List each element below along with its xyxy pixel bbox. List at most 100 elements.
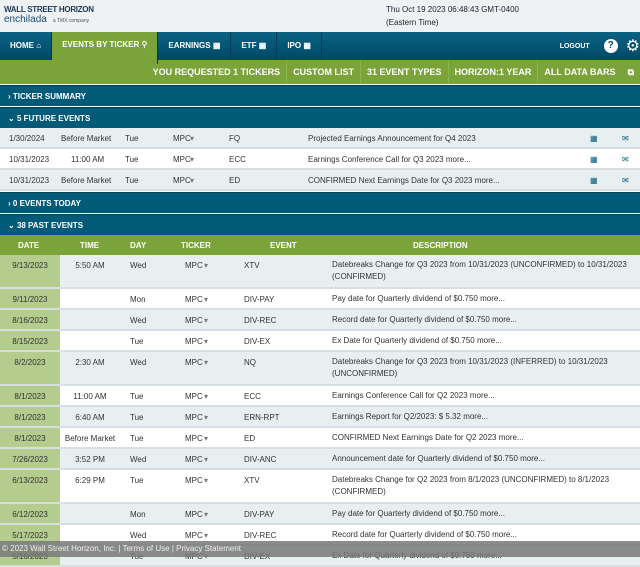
event-type-link[interactable]: DIV-EX: [244, 337, 270, 346]
event-day: Tue: [125, 134, 139, 143]
ticker-dropdown-icon[interactable]: ▾: [204, 337, 208, 346]
all-data-bars[interactable]: ALL DATA BARS: [537, 60, 621, 84]
event-types[interactable]: 31 EVENT TYPES: [360, 60, 448, 84]
event-type-link[interactable]: DIV-ANC: [244, 455, 276, 464]
ticker-link[interactable]: MPC: [185, 316, 203, 325]
ticker-link[interactable]: MPC: [173, 176, 191, 185]
event-type-link[interactable]: ERN-RPT: [244, 413, 280, 422]
ticker-dropdown-icon[interactable]: ▾: [204, 531, 208, 540]
event-type-link[interactable]: ED: [229, 176, 240, 185]
ticker-dropdown-icon[interactable]: ▾: [204, 434, 208, 443]
event-type-link[interactable]: XTV: [244, 476, 260, 485]
ticker-dropdown-icon[interactable]: ▾: [204, 358, 208, 367]
ticker-link[interactable]: MPC: [185, 295, 203, 304]
ticker-link[interactable]: MPC: [185, 358, 203, 367]
ticker-dropdown-icon[interactable]: ▾: [204, 455, 208, 464]
event-date: 7/26/2023: [12, 455, 48, 464]
event-type-link[interactable]: XTV: [244, 261, 260, 270]
event-day: Tue: [125, 155, 139, 164]
ticker-link[interactable]: MPC: [185, 261, 203, 270]
gear-icon[interactable]: ⚙: [626, 36, 640, 56]
ticker-link[interactable]: MPC: [173, 134, 191, 143]
event-description[interactable]: Announcement date for Quarterly dividend…: [332, 453, 632, 465]
ticker-link[interactable]: MPC: [185, 337, 203, 346]
event-type-link[interactable]: FQ: [229, 134, 240, 143]
section-past-events[interactable]: ⌄ 38 PAST EVENTS: [0, 214, 640, 235]
event-description[interactable]: Record date for Quarterly dividend of $0…: [332, 314, 632, 326]
event-description[interactable]: Projected Earnings Announcement for Q4 2…: [308, 134, 476, 143]
event-description[interactable]: Earnings Conference Call for Q3 2023 mor…: [308, 155, 471, 164]
event-type-link[interactable]: DIV-REC: [244, 316, 276, 325]
event-description[interactable]: Record date for Quarterly dividend of $0…: [332, 529, 632, 541]
calendar-icon[interactable]: ▦: [590, 176, 598, 185]
ticker-dropdown-icon[interactable]: ▾: [204, 510, 208, 519]
event-date: 8/2/2023: [14, 358, 46, 367]
logout-link[interactable]: LOGOUT: [560, 43, 590, 50]
event-description[interactable]: Datebreaks Change for Q3 2023 from 10/31…: [332, 356, 632, 380]
event-description[interactable]: Earnings Report for Q2/2023: $ 5.32 more…: [332, 411, 632, 423]
ticker-link[interactable]: MPC: [185, 455, 203, 464]
nav-etf[interactable]: ETF ▦: [231, 32, 278, 60]
event-description[interactable]: Pay date for Quarterly dividend of $0.75…: [332, 293, 632, 305]
event-type-link[interactable]: ECC: [244, 392, 261, 401]
event-description[interactable]: Datebreaks Change for Q2 2023 from 8/1/2…: [332, 474, 632, 498]
nav-ipo[interactable]: IPO ▦: [277, 32, 322, 60]
ticker-link[interactable]: MPC: [173, 155, 191, 164]
help-icon[interactable]: ?: [603, 39, 618, 53]
event-description[interactable]: Ex Date for Quarterly dividend of $0.750…: [332, 335, 632, 347]
nav-events-by-ticker[interactable]: EVENTS BY TICKER ⚲: [52, 32, 159, 64]
requested-tickers[interactable]: YOU REQUESTED 1 TICKERS: [147, 60, 287, 84]
event-day: Wed: [130, 261, 147, 270]
event-time: 5:50 AM: [75, 261, 105, 270]
ticker-link[interactable]: MPC: [185, 510, 203, 519]
event-time: 11:00 AM: [71, 155, 105, 164]
event-description[interactable]: Pay date for Quarterly dividend of $0.75…: [332, 508, 632, 520]
event-date: 6/12/2023: [12, 510, 48, 519]
ticker-dropdown-icon[interactable]: ▾: [204, 316, 208, 325]
table-row: 10/31/2023 11:00 AM Tue MPC ▾ ECC Earnings Con…: [0, 149, 640, 170]
section-ticker-summary[interactable]: › TICKER SUMMARY: [0, 85, 640, 106]
ticker-dropdown-icon[interactable]: ▾: [190, 176, 194, 185]
mail-icon[interactable]: ✉: [622, 176, 629, 185]
ticker-dropdown-icon[interactable]: ▾: [204, 476, 208, 485]
ticker-dropdown-icon[interactable]: ▾: [204, 261, 208, 270]
mail-icon[interactable]: ✉: [622, 134, 629, 143]
event-description[interactable]: Earnings Conference Call for Q2 2023 mor…: [332, 390, 632, 402]
horizon[interactable]: HORIZON:1 YEAR: [447, 60, 538, 84]
ticker-dropdown-icon[interactable]: ▾: [190, 134, 194, 143]
ticker-link[interactable]: MPC: [185, 413, 203, 422]
export-icon[interactable]: ⧉: [622, 60, 640, 84]
event-day: Wed: [130, 358, 147, 367]
ticker-dropdown-icon[interactable]: ▾: [190, 155, 194, 164]
event-day: Mon: [130, 510, 146, 519]
event-type-link[interactable]: NQ: [244, 358, 256, 367]
ticker-link[interactable]: MPC: [185, 476, 203, 485]
event-type-link[interactable]: DIV-PAY: [244, 295, 274, 304]
nav-home[interactable]: HOME ⌂: [0, 32, 53, 60]
mail-icon[interactable]: ✉: [622, 155, 629, 164]
ticker-dropdown-icon[interactable]: ▾: [204, 413, 208, 422]
custom-list[interactable]: CUSTOM LIST: [286, 60, 360, 84]
event-type-link[interactable]: ECC: [229, 155, 246, 164]
calendar-icon[interactable]: ▦: [590, 155, 598, 164]
event-description[interactable]: CONFIRMED Next Earnings Date for Q2 2023…: [332, 432, 632, 444]
event-date: 8/16/2023: [12, 316, 48, 325]
section-future-events[interactable]: ⌄ 5 FUTURE EVENTS: [0, 107, 640, 128]
event-type-link[interactable]: DIV-PAY: [244, 510, 274, 519]
calendar-icon[interactable]: ▦: [590, 134, 598, 143]
event-description[interactable]: CONFIRMED Next Earnings Date for Q3 2023…: [308, 176, 500, 185]
ticker-link[interactable]: MPC: [185, 392, 203, 401]
event-description[interactable]: Datebreaks Change for Q3 2023 from 10/31…: [332, 259, 632, 283]
event-type-link[interactable]: ED: [244, 434, 255, 443]
ticker-dropdown-icon[interactable]: ▾: [204, 392, 208, 401]
section-events-today[interactable]: › 0 EVENTS TODAY: [0, 192, 640, 213]
clock: Thu Oct 19 2023 06:48:43 GMT-0400 (Easte…: [386, 5, 519, 27]
event-time: 11:00 AM: [73, 392, 107, 401]
event-type-link[interactable]: DIV-REC: [244, 531, 276, 540]
ticker-dropdown-icon[interactable]: ▾: [204, 295, 208, 304]
nav-earnings[interactable]: EARNINGS ▦: [158, 32, 232, 60]
past-table-header: DATE TIME DAY TICKER EVENT DESCRIPTION: [0, 235, 640, 255]
ticker-link[interactable]: MPC: [185, 531, 203, 540]
ticker-link[interactable]: MPC: [185, 434, 203, 443]
logo[interactable]: WALL STREET HORIZON enchilada a TMX compa…: [4, 5, 94, 26]
